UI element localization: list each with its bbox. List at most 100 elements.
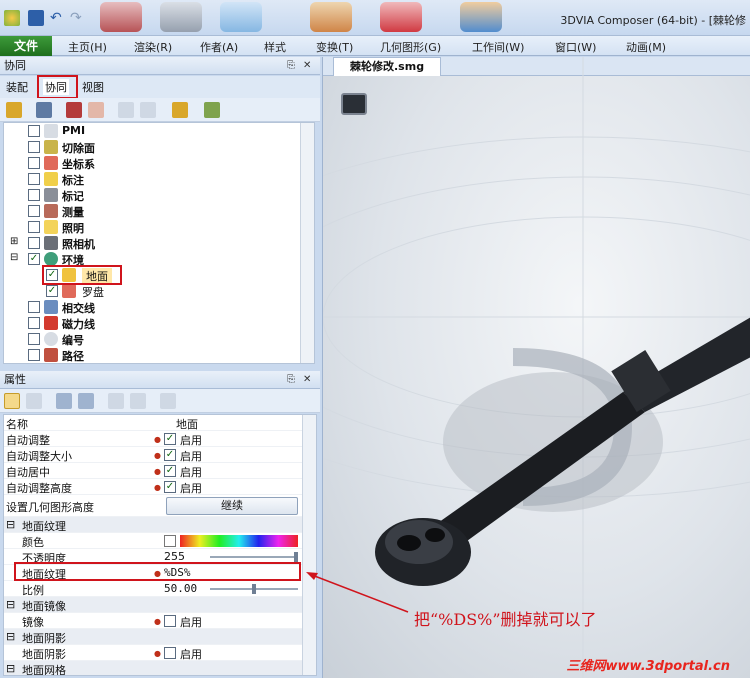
list-icon[interactable]	[140, 102, 156, 118]
collab-tool-icon[interactable]	[36, 102, 52, 118]
redo-icon[interactable]: ↷	[70, 10, 86, 26]
menu-author[interactable]: 作者(A)	[200, 39, 238, 55]
tree-item[interactable]: 磁力线	[4, 315, 300, 331]
properties-grid: 名称 地面 自动调整 ● ✓ 启用 自动调整大小 ● ✓ 启用 自动居中 ● ✓ 启用 自动调整高度…	[3, 414, 317, 676]
menu-workshop[interactable]: 工作间(W)	[472, 39, 524, 55]
tree-checkbox[interactable]	[28, 141, 40, 153]
continue-button[interactable]: 继续	[166, 497, 298, 515]
save-icon[interactable]	[28, 10, 44, 26]
tree-checkbox[interactable]	[28, 125, 40, 137]
tree-checkbox[interactable]	[28, 317, 40, 329]
tree-item[interactable]: ⊞ 照相机	[4, 235, 300, 251]
props-tool-icon[interactable]	[78, 393, 94, 409]
tree-item[interactable]: 照明	[4, 219, 300, 235]
tree-item[interactable]: PMI	[4, 123, 300, 139]
menu-window[interactable]: 窗口(W)	[555, 39, 596, 55]
collab-tool-icon[interactable]	[6, 102, 22, 118]
number-icon	[44, 332, 58, 346]
sort-icon[interactable]	[118, 102, 134, 118]
tree-checkbox[interactable]	[28, 173, 40, 185]
prop-checkbox[interactable]: ✓	[164, 433, 176, 445]
highlight-box	[37, 75, 78, 99]
props-scrollbar[interactable]	[302, 415, 316, 675]
tab-assembly[interactable]: 装配	[6, 79, 28, 95]
color-swatch[interactable]	[164, 535, 176, 547]
tree-checkbox[interactable]	[28, 333, 40, 345]
tree-checkbox[interactable]	[28, 349, 40, 361]
annotation-text: 把“%DS%”删掉就可以了	[414, 610, 597, 629]
tree-item[interactable]: 标记	[4, 187, 300, 203]
slider-thumb[interactable]	[252, 584, 256, 594]
collab-tree: PMI 切除面 坐标系 标注 标记 测量 照明 ⊞ 照相机 ⊟ ✓ 环境 ✓ 地面 ✓ 罗…	[3, 122, 315, 364]
props-tool-icon[interactable]	[130, 393, 146, 409]
tree-item[interactable]: ✓ 罗盘	[4, 283, 300, 299]
tree-checkbox[interactable]: ✓	[28, 253, 40, 265]
props-tool-icon[interactable]	[108, 393, 124, 409]
prop-checkbox[interactable]: ✓	[164, 465, 176, 477]
prop-checkbox[interactable]	[164, 615, 176, 627]
app-logo-icon[interactable]	[4, 10, 20, 26]
ribbon-decoration-icon	[220, 2, 262, 32]
tree-item[interactable]: 标注	[4, 171, 300, 187]
tree-item[interactable]: 编号	[4, 331, 300, 347]
opacity-slider[interactable]	[210, 556, 298, 558]
prop-checkbox[interactable]	[164, 647, 176, 659]
pin-icon[interactable]: ⎘	[287, 371, 295, 389]
menu-geometry[interactable]: 几何图形(G)	[380, 39, 441, 55]
menu-style[interactable]: 样式	[264, 39, 286, 55]
prop-category[interactable]: ⊟ 地面镜像	[4, 597, 302, 613]
tree-scrollbar[interactable]	[300, 123, 314, 363]
tree-item[interactable]: 测量	[4, 203, 300, 219]
collab-tool-icon[interactable]	[66, 102, 82, 118]
collab-tool-icon[interactable]	[88, 102, 104, 118]
tree-item[interactable]: 路径	[4, 347, 300, 363]
pin-icon[interactable]: ⎘	[287, 57, 295, 75]
filter-icon[interactable]	[172, 102, 188, 118]
color-spectrum[interactable]	[180, 535, 298, 547]
scene-graphic	[323, 57, 750, 678]
props-panel-title: 属性	[4, 373, 26, 386]
highlight-box	[14, 562, 301, 581]
menu-bar: 文件 主页(H) 渲染(R) 作者(A) 样式 变换(T) 几何图形(G) 工作…	[0, 36, 750, 56]
collapse-icon[interactable]: ⊟	[10, 252, 18, 263]
undo-icon[interactable]: ↶	[50, 10, 66, 26]
props-tool-icon[interactable]	[56, 393, 72, 409]
prop-category[interactable]: ⊟ 地面纹理	[4, 517, 302, 533]
menu-render[interactable]: 渲染(R)	[134, 39, 172, 55]
menu-home[interactable]: 主页(H)	[68, 39, 107, 55]
tree-checkbox[interactable]: ✓	[46, 285, 58, 297]
close-icon[interactable]: ✕	[303, 57, 311, 75]
menu-transform[interactable]: 变换(T)	[316, 39, 353, 55]
tree-checkbox[interactable]	[28, 221, 40, 233]
prop-checkbox[interactable]: ✓	[164, 449, 176, 461]
collab-panel-header: 协同 ⎘ ✕	[0, 57, 320, 75]
ribbon-decoration-icon	[460, 2, 502, 32]
tree-checkbox[interactable]	[28, 205, 40, 217]
expand-icon[interactable]: ⊞	[10, 236, 18, 247]
prop-row: 自动调整高度 ● ✓ 启用	[4, 479, 302, 495]
menu-animation[interactable]: 动画(M)	[626, 39, 666, 55]
tree-item[interactable]: 切除面	[4, 139, 300, 155]
category-view-icon[interactable]	[4, 393, 20, 409]
close-icon[interactable]: ✕	[303, 371, 311, 389]
prop-row: 自动调整 ● ✓ 启用	[4, 431, 302, 447]
ribbon-decoration-icon	[380, 2, 422, 32]
tree-item[interactable]: 相交线	[4, 299, 300, 315]
collab-tool-icon[interactable]	[204, 102, 220, 118]
prop-category[interactable]: ⊟ 地面阴影	[4, 629, 302, 645]
props-tool-icon[interactable]	[160, 393, 176, 409]
tree-checkbox[interactable]	[28, 157, 40, 169]
slider-thumb[interactable]	[294, 552, 298, 562]
prop-checkbox[interactable]: ✓	[164, 481, 176, 493]
file-menu-button[interactable]: 文件	[0, 36, 52, 56]
3d-viewport[interactable]: 棘轮修改.smg	[322, 57, 750, 678]
window-title: 3DVIA Composer (64-bit) - [棘轮修	[560, 14, 746, 27]
props-panel-header: 属性 ⎘ ✕	[0, 371, 320, 389]
tab-view[interactable]: 视图	[82, 79, 104, 95]
tree-item[interactable]: 坐标系	[4, 155, 300, 171]
prop-category[interactable]: ⊟ 地面网格	[4, 661, 302, 675]
tree-checkbox[interactable]	[28, 189, 40, 201]
sort-icon[interactable]	[26, 393, 42, 409]
tree-checkbox[interactable]	[28, 301, 40, 313]
tree-checkbox[interactable]	[28, 237, 40, 249]
